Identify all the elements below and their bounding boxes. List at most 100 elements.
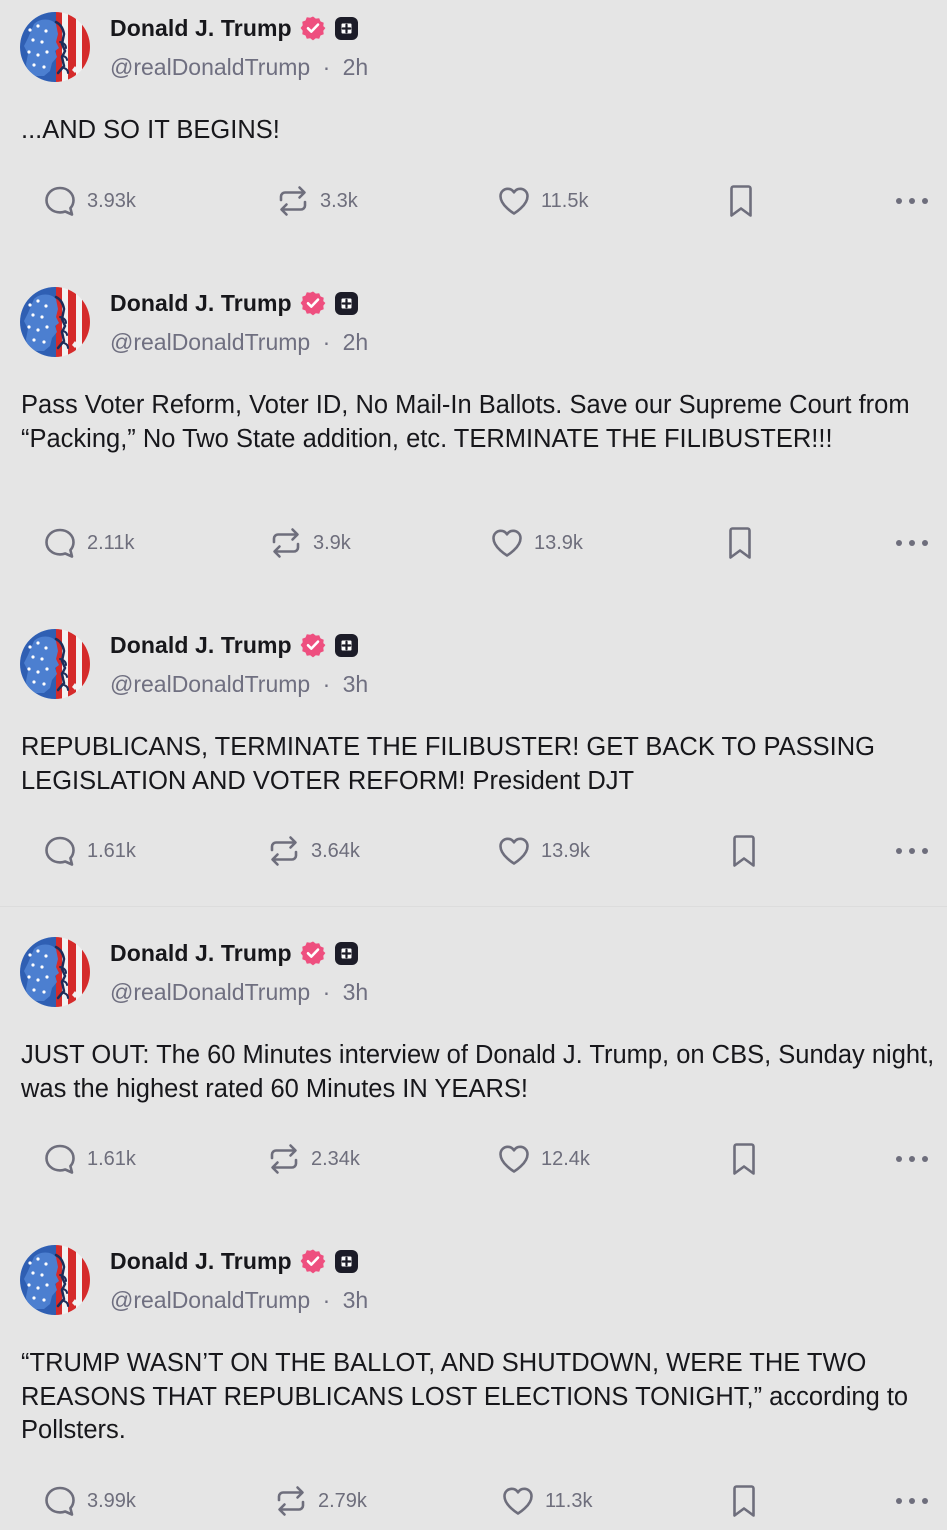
post[interactable]: Donald J. Trump @realDonaldTrump · 3h RE… [0, 617, 947, 902]
repost-arrows-icon [274, 1484, 308, 1518]
author-name[interactable]: Donald J. Trump [110, 1248, 292, 1275]
more-options-button[interactable] [895, 831, 929, 871]
repost-arrows-icon [267, 1142, 301, 1176]
like-button[interactable]: 13.9k [490, 523, 583, 563]
like-button[interactable]: 11.3k [501, 1481, 592, 1521]
heart-icon [501, 1484, 535, 1518]
author-handle[interactable]: @realDonaldTrump [110, 671, 310, 697]
bookmark-button[interactable] [726, 523, 754, 563]
reply-count: 1.61k [87, 839, 136, 862]
post[interactable]: Donald J. Trump @realDonaldTrump · 2h Pa… [0, 275, 947, 595]
bookmark-button[interactable] [730, 831, 758, 871]
avatar[interactable] [20, 629, 90, 699]
author-name[interactable]: Donald J. Trump [110, 290, 292, 317]
plus-badge-icon [334, 941, 359, 966]
verified-badge-icon [300, 15, 326, 41]
post-text: ...AND SO IT BEGINS! [21, 116, 280, 144]
post[interactable]: Donald J. Trump @realDonaldTrump · 2h ..… [0, 0, 947, 250]
author-handle[interactable]: @realDonaldTrump [110, 1287, 310, 1313]
post-actions: 3.99k 2.79k 11.3k [0, 1481, 947, 1521]
repost-button[interactable]: 3.9k [269, 523, 351, 563]
like-count: 11.3k [545, 1489, 593, 1512]
post-actions: 2.11k 3.9k 13.9k [0, 523, 947, 563]
more-options-button[interactable] [895, 1481, 929, 1521]
verified-badge-icon [300, 940, 326, 966]
post[interactable]: Donald J. Trump @realDonaldTrump · 3h JU… [0, 925, 947, 1210]
verified-badge-icon [300, 1248, 326, 1274]
post-feed: Donald J. Trump @realDonaldTrump · 2h ..… [0, 0, 947, 1530]
repost-button[interactable]: 3.3k [276, 181, 358, 221]
reply-button[interactable]: 2.11k [43, 523, 134, 563]
repost-count: 2.79k [318, 1489, 367, 1512]
post-actions: 3.93k 3.3k 11.5k [0, 181, 947, 221]
post-text: JUST OUT: The 60 Minutes interview of Do… [21, 1041, 935, 1103]
like-button[interactable]: 13.9k [497, 831, 590, 871]
post-time[interactable]: 3h [343, 979, 369, 1005]
reply-bubble-icon [43, 1484, 77, 1518]
author-name[interactable]: Donald J. Trump [110, 632, 292, 659]
like-count: 13.9k [534, 531, 583, 554]
like-count: 12.4k [541, 1147, 590, 1170]
repost-arrows-icon [269, 526, 303, 560]
repost-button[interactable]: 3.64k [267, 831, 360, 871]
reply-bubble-icon [43, 834, 77, 868]
reply-button[interactable]: 1.61k [43, 831, 136, 871]
avatar[interactable] [20, 12, 90, 82]
post-actions: 1.61k 3.64k 13.9k [0, 831, 947, 871]
post[interactable]: Donald J. Trump @realDonaldTrump · 3h “T… [0, 1233, 947, 1530]
bookmark-button[interactable] [730, 1481, 758, 1521]
author-handle[interactable]: @realDonaldTrump [110, 329, 310, 355]
verified-badge-icon [300, 290, 326, 316]
plus-badge-icon [334, 633, 359, 658]
bookmark-button[interactable] [730, 1139, 758, 1179]
post-time[interactable]: 3h [343, 1287, 369, 1313]
author-handle[interactable]: @realDonaldTrump [110, 54, 310, 80]
like-count: 11.5k [541, 189, 589, 212]
bookmark-button[interactable] [727, 181, 755, 221]
reply-button[interactable]: 3.93k [43, 181, 136, 221]
avatar[interactable] [20, 937, 90, 1007]
reply-count: 2.11k [87, 531, 135, 554]
more-options-button[interactable] [895, 1139, 929, 1179]
repost-arrows-icon [267, 834, 301, 868]
ellipsis-icon [895, 538, 929, 548]
post-time[interactable]: 2h [343, 329, 369, 355]
repost-count: 3.64k [311, 839, 360, 862]
reply-count: 3.99k [87, 1489, 136, 1512]
repost-button[interactable]: 2.79k [274, 1481, 367, 1521]
separator: · [322, 979, 331, 1005]
handle-time-row: @realDonaldTrump · 3h [110, 979, 368, 1006]
repost-count: 3.3k [320, 189, 358, 212]
reply-bubble-icon [43, 184, 77, 218]
ellipsis-icon [895, 846, 929, 856]
plus-badge-icon [334, 1249, 359, 1274]
like-button[interactable]: 12.4k [497, 1139, 590, 1179]
handle-time-row: @realDonaldTrump · 3h [110, 671, 368, 698]
post-time[interactable]: 3h [343, 671, 369, 697]
repost-button[interactable]: 2.34k [267, 1139, 360, 1179]
reply-button[interactable]: 3.99k [43, 1481, 136, 1521]
reply-button[interactable]: 1.61k [43, 1139, 136, 1179]
more-options-button[interactable] [895, 523, 929, 563]
handle-time-row: @realDonaldTrump · 2h [110, 329, 368, 356]
separator: · [322, 54, 331, 80]
bookmark-icon [730, 1142, 758, 1176]
post-text: Pass Voter Reform, Voter ID, No Mail-In … [21, 391, 910, 453]
more-options-button[interactable] [895, 181, 929, 221]
like-button[interactable]: 11.5k [497, 181, 588, 221]
bookmark-icon [726, 526, 754, 560]
handle-time-row: @realDonaldTrump · 2h [110, 54, 368, 81]
avatar[interactable] [20, 287, 90, 357]
author-row: Donald J. Trump [110, 939, 359, 967]
author-name[interactable]: Donald J. Trump [110, 940, 292, 967]
bookmark-icon [730, 1484, 758, 1518]
avatar[interactable] [20, 1245, 90, 1315]
bookmark-icon [727, 184, 755, 218]
reply-count: 3.93k [87, 189, 136, 212]
post-time[interactable]: 2h [343, 54, 369, 80]
heart-icon [490, 526, 524, 560]
heart-icon [497, 1142, 531, 1176]
author-row: Donald J. Trump [110, 289, 359, 317]
author-name[interactable]: Donald J. Trump [110, 15, 292, 42]
author-handle[interactable]: @realDonaldTrump [110, 979, 310, 1005]
